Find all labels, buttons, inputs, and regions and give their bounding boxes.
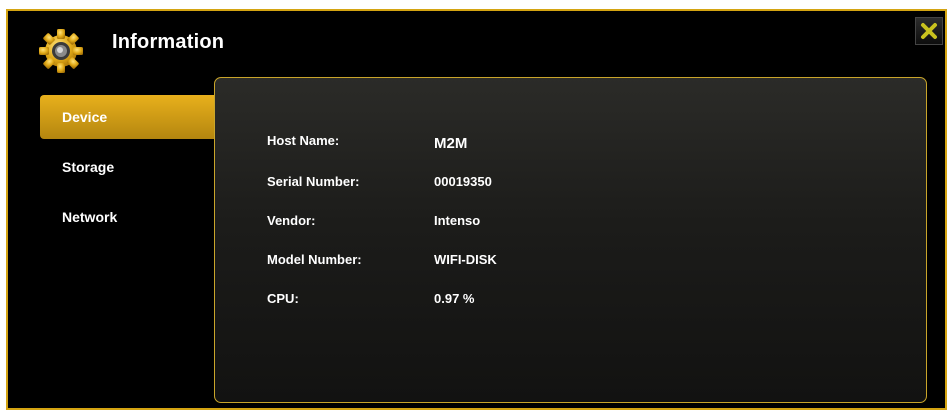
dialog-title: Information [112,31,225,53]
host-name-label: Host Name: [267,133,340,148]
model-number-value: WIFI-DISK [434,252,497,267]
sidebar-item-network[interactable]: Network [40,195,215,239]
serial-number-label: Serial Number: [267,174,360,189]
sidebar-item-device[interactable]: Device [40,95,215,139]
close-icon [921,23,937,39]
sidebar: Device Storage Network [40,95,215,245]
information-dialog: Information Device Storage Network Host … [6,9,947,410]
gear-icon [39,29,83,73]
serial-number-value: 00019350 [434,174,492,189]
sidebar-item-storage[interactable]: Storage [40,145,215,189]
close-button[interactable] [915,17,943,45]
vendor-value: Intenso [434,213,481,228]
cpu-value: 0.97 % [434,291,475,306]
vendor-label: Vendor: [267,213,316,228]
cpu-label: CPU: [267,291,299,306]
host-name-value: M2M [434,135,468,152]
device-info-panel: Host Name: M2M Serial Number: 00019350 V… [214,77,927,403]
model-number-label: Model Number: [267,252,362,267]
